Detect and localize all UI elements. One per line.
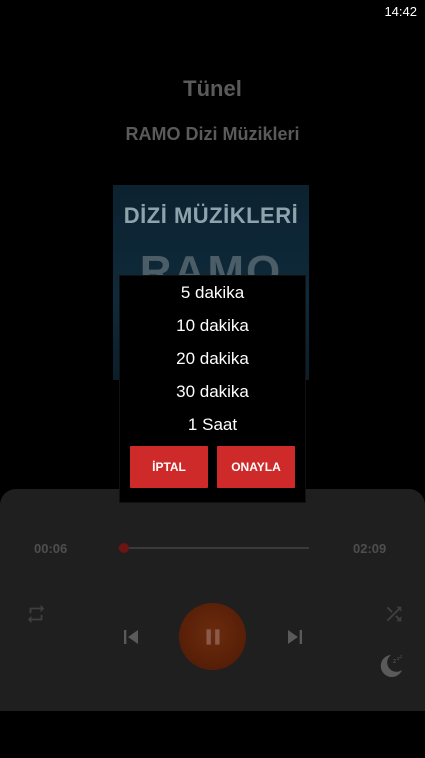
sleep-option-1-hour[interactable]: 1 Saat xyxy=(120,408,305,441)
sleep-option-5-min[interactable]: 5 dakika xyxy=(120,276,305,309)
sleep-timer-dialog: 5 dakika 10 dakika 20 dakika 30 dakika 1… xyxy=(120,276,305,502)
confirm-button[interactable]: ONAYLA xyxy=(217,446,295,488)
sleep-option-10-min[interactable]: 10 dakika xyxy=(120,309,305,342)
cancel-button[interactable]: İPTAL xyxy=(130,446,208,488)
sleep-option-30-min[interactable]: 30 dakika xyxy=(120,375,305,408)
sleep-option-20-min[interactable]: 20 dakika xyxy=(120,342,305,375)
